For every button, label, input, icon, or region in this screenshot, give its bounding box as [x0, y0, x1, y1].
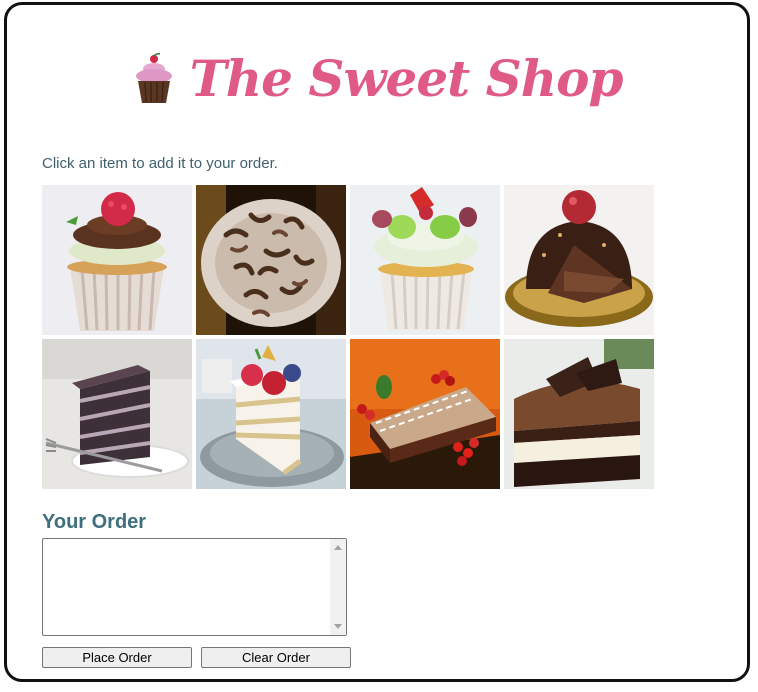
menu-item-triple-chocolate-cake-slice[interactable] — [504, 339, 654, 489]
menu-grid — [42, 185, 654, 489]
order-heading: Your Order — [42, 511, 147, 533]
instructions-text: Click an item to add it to your order. — [42, 155, 278, 172]
app-frame: The Sweet Shop Click an item to add it t… — [4, 2, 750, 682]
layered-chocolate-cake-slice-icon — [42, 339, 192, 489]
chocolate-curl-cupcake-icon — [196, 185, 346, 335]
menu-item-raspberry-cupcake[interactable] — [42, 185, 192, 335]
order-scrollbar[interactable] — [330, 539, 346, 635]
order-textarea[interactable] — [42, 538, 347, 636]
berry-cream-cake-slice-icon — [196, 339, 346, 489]
cupcake-icon — [135, 53, 172, 103]
fruit-cupcake-icon — [350, 185, 500, 335]
menu-item-chocolate-curl-cupcake[interactable] — [196, 185, 346, 335]
chocolate-mousse-cake-icon — [350, 339, 500, 489]
chocolate-dome-cake-icon — [504, 185, 654, 335]
menu-item-berry-cream-cake-slice[interactable] — [196, 339, 346, 489]
scroll-down-arrow-icon[interactable] — [334, 624, 342, 629]
place-order-button[interactable]: Place Order — [42, 647, 192, 668]
menu-item-fruit-cupcake[interactable] — [350, 185, 500, 335]
header: The Sweet Shop — [7, 53, 747, 105]
triple-chocolate-cake-slice-icon — [504, 339, 654, 489]
raspberry-cupcake-icon — [42, 185, 192, 335]
scroll-up-arrow-icon[interactable] — [334, 545, 342, 550]
menu-item-chocolate-mousse-cake[interactable] — [350, 339, 500, 489]
clear-order-button[interactable]: Clear Order — [201, 647, 351, 668]
shop-title: The Sweet Shop — [189, 49, 624, 108]
menu-item-chocolate-dome-cake[interactable] — [504, 185, 654, 335]
menu-item-layered-chocolate-cake-slice[interactable] — [42, 339, 192, 489]
